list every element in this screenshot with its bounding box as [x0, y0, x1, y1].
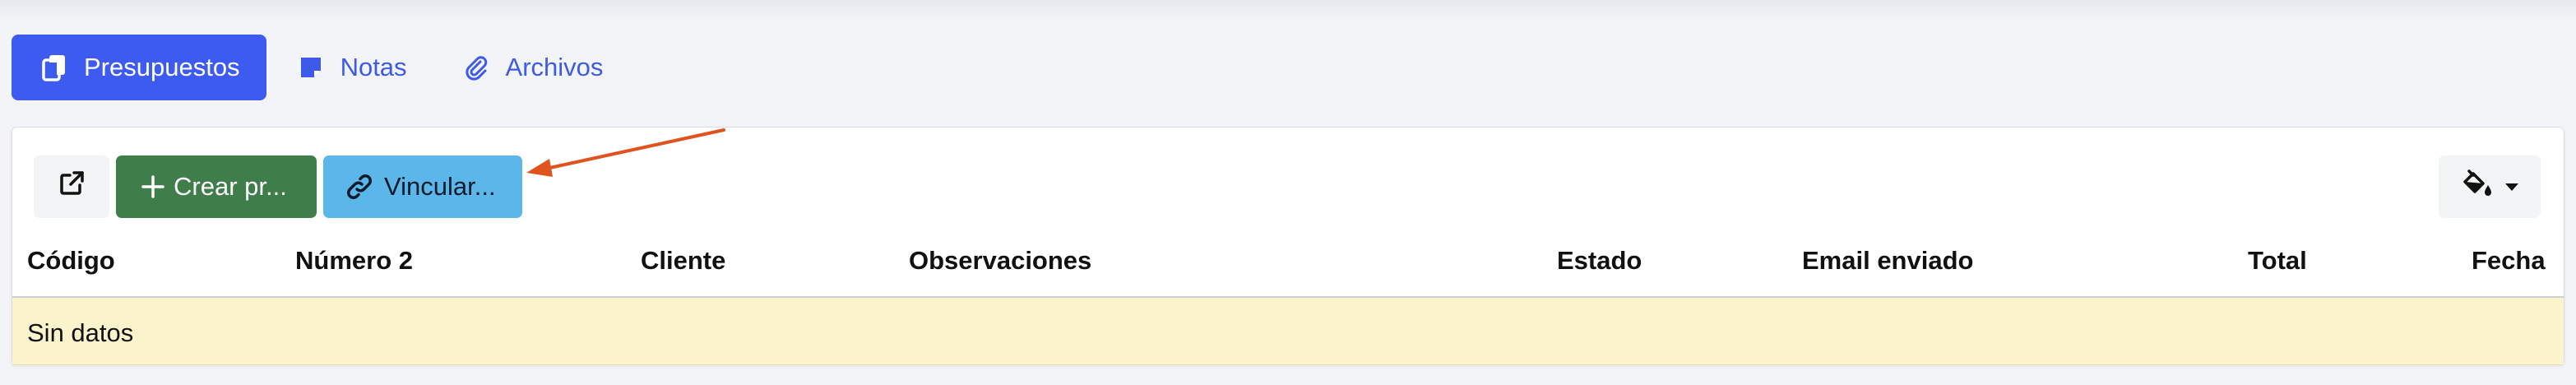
annotation-arrow [526, 128, 725, 177]
